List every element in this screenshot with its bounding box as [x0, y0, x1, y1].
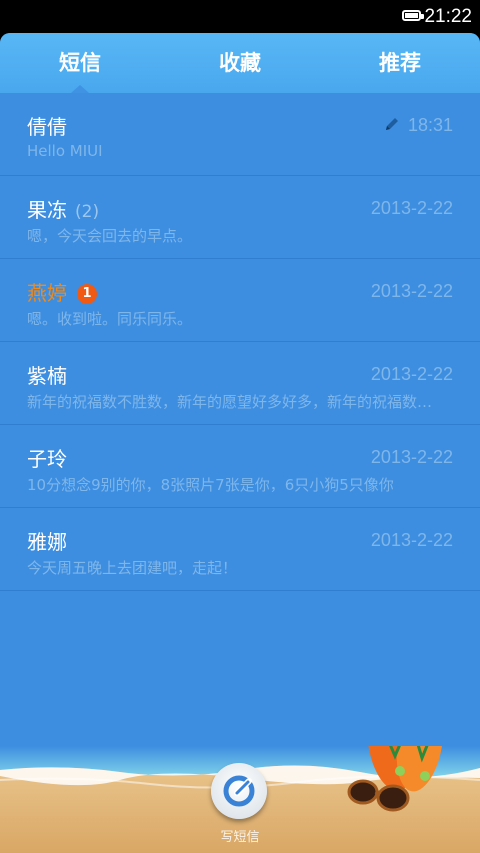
conversation-row[interactable]: 倩倩 18:31 Hello MIUI	[0, 93, 480, 176]
contact-name: 子玲	[27, 447, 67, 471]
message-date: 2013-2-22	[370, 198, 453, 218]
tab-messages[interactable]: 短信	[0, 33, 160, 93]
message-preview: 10分想念9别的你，8张照片7张是你，6只小狗5只像你	[27, 476, 394, 494]
tab-favorites[interactable]: 收藏	[160, 33, 320, 93]
message-date: 2013-2-22	[370, 364, 453, 384]
message-date: 2013-2-22	[370, 281, 453, 301]
message-date: 18:31	[384, 115, 453, 136]
contact-name: 燕婷 1	[27, 277, 97, 306]
message-preview: 新年的祝福数不胜数，新年的愿望好多好多，新年的祝福数不胜数	[27, 393, 447, 411]
message-count: (2)	[75, 202, 100, 222]
contact-name: 紫楠	[27, 364, 67, 388]
conversation-row[interactable]: 燕婷 1 2013-2-22 嗯。收到啦。同乐同乐。	[0, 259, 480, 342]
battery-icon	[402, 10, 424, 21]
active-tab-indicator	[71, 85, 89, 93]
compose-button[interactable]	[211, 763, 267, 819]
message-preview: 今天周五晚上去团建吧，走起！	[27, 559, 238, 577]
contact-name: 雅娜	[27, 530, 67, 554]
tab-label: 短信	[59, 51, 101, 75]
message-preview: 嗯。收到啦。同乐同乐。	[27, 310, 193, 328]
message-preview: Hello MIUI	[27, 142, 103, 160]
message-preview: 嗯，今天会回去的早点。	[27, 227, 193, 245]
contact-name: 果冻 (2)	[27, 198, 100, 222]
conversation-row[interactable]: 果冻 (2) 2013-2-22 嗯，今天会回去的早点。	[0, 176, 480, 259]
compose-label: 写短信	[220, 830, 260, 845]
status-bar: 21:22	[0, 0, 480, 33]
compose-icon	[223, 775, 255, 807]
tab-label: 收藏	[219, 51, 261, 75]
tab-label: 推荐	[379, 51, 421, 75]
conversation-row[interactable]: 雅娜 2013-2-22 今天周五晚上去团建吧，走起！	[0, 508, 480, 591]
tab-bar: 短信 收藏 推荐	[0, 33, 480, 93]
unread-badge: 1	[77, 284, 97, 304]
message-date: 2013-2-22	[370, 530, 453, 550]
message-date: 2013-2-22	[370, 447, 453, 467]
conversation-row[interactable]: 子玲 2013-2-22 10分想念9别的你，8张照片7张是你，6只小狗5只像你	[0, 425, 480, 508]
status-time: 21:22	[424, 6, 472, 27]
conversation-list: 倩倩 18:31 Hello MIUI 果冻 (2) 2013-2-22 嗯，今天…	[0, 93, 480, 591]
tab-recommended[interactable]: 推荐	[320, 33, 480, 93]
messaging-app: 短信 收藏 推荐 倩倩 18:31 Hello MIUI 果冻 (2) 2013-…	[0, 33, 480, 853]
draft-pencil-icon	[385, 118, 398, 130]
contact-name: 倩倩	[27, 115, 67, 139]
conversation-row[interactable]: 紫楠 2013-2-22 新年的祝福数不胜数，新年的愿望好多好多，新年的祝福数不…	[0, 342, 480, 425]
